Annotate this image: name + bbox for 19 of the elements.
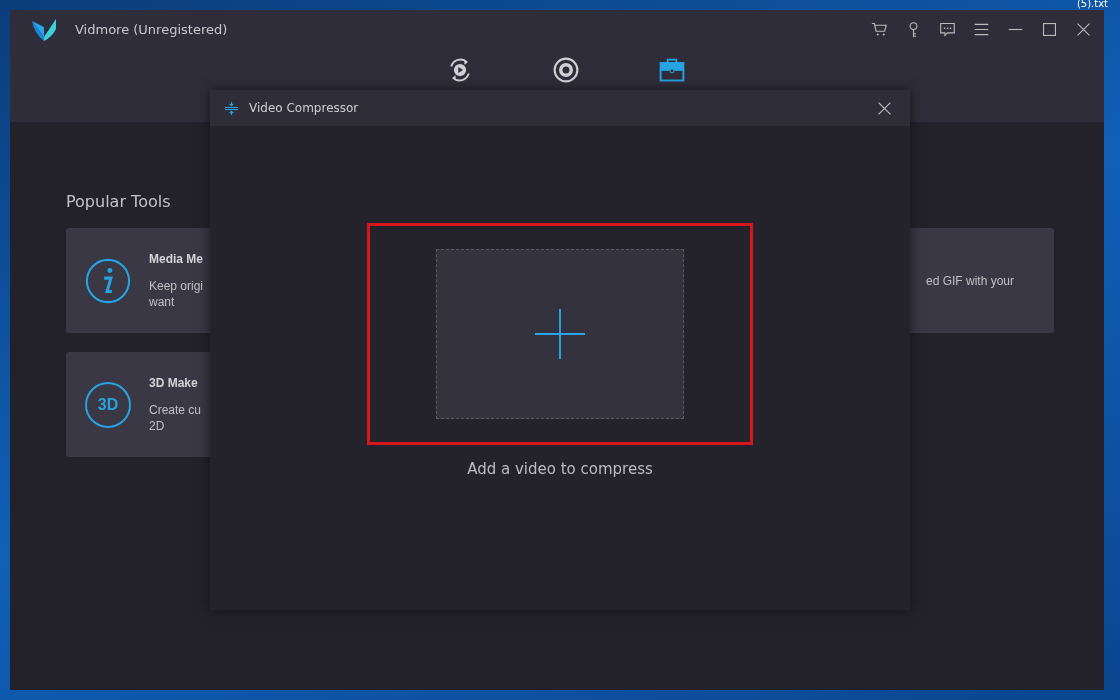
- card-description: Create cu 2D: [149, 401, 202, 434]
- card-title: 3D Make: [149, 375, 199, 390]
- window-title: Vidmore (Unregistered): [75, 21, 228, 37]
- file-label: (5).txt: [1076, 0, 1108, 10]
- cart-icon[interactable]: [871, 20, 888, 38]
- drop-hint: Add a video to compress: [467, 460, 653, 478]
- plus-icon: [535, 309, 585, 359]
- toolbox-icon[interactable]: [658, 56, 686, 84]
- chat-icon[interactable]: [939, 20, 956, 38]
- maximize-icon[interactable]: [1041, 20, 1058, 38]
- 3d-icon: 3D: [85, 381, 131, 428]
- card-description: ed GIF with your: [925, 272, 1014, 289]
- info-icon: [85, 257, 131, 304]
- record-icon[interactable]: [552, 56, 580, 84]
- dialog-title: Video Compressor: [249, 101, 359, 115]
- compress-icon: [224, 100, 239, 116]
- card-title: Media Me: [149, 251, 204, 266]
- section-heading: Popular Tools: [66, 192, 172, 211]
- card-description: Keep origi want: [149, 277, 204, 310]
